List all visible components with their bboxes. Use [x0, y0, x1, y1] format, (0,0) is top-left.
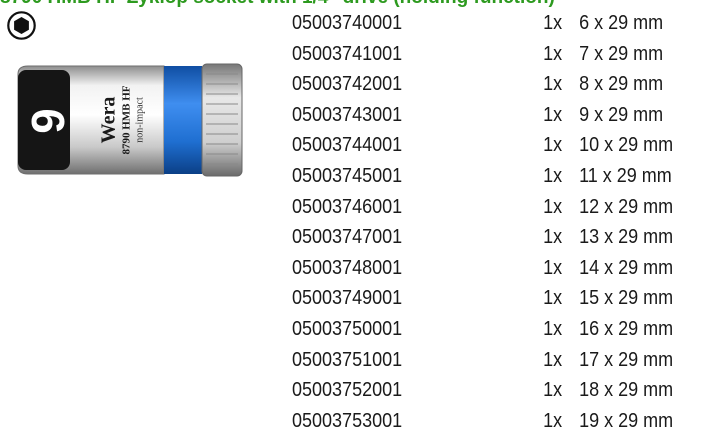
article-number: 05003746001	[292, 195, 403, 218]
product-image: 6 Wera 8790 HMB HF non-impact	[17, 63, 243, 177]
quantity: 1x	[543, 42, 563, 65]
list-item: 05003740001 1x 6 x 29 mm	[292, 8, 664, 39]
hex-icon	[7, 11, 36, 40]
socket-size: 14 x 29 mm	[579, 256, 674, 279]
quantity: 1x	[543, 287, 563, 310]
quantity: 1x	[543, 195, 563, 218]
article-number: 05003740001	[292, 12, 403, 34]
article-number: 05003752001	[292, 379, 403, 402]
socket-size: 7 x 29 mm	[579, 42, 664, 65]
quantity: 1x	[543, 379, 563, 402]
socket-size-label: 6	[22, 108, 74, 134]
socket-size: 12 x 29 mm	[579, 195, 674, 218]
quantity: 1x	[543, 226, 563, 249]
article-number: 05003743001	[292, 103, 403, 126]
socket-size: 19 x 29 mm	[579, 409, 674, 432]
article-number: 05003742001	[292, 73, 403, 96]
list-item: 05003745001 1x 11 x 29 mm	[292, 161, 672, 192]
socket-size: 6 x 29 mm	[579, 12, 664, 34]
socket-size: 9 x 29 mm	[579, 103, 664, 126]
list-item: 05003750001 1x 16 x 29 mm	[292, 314, 673, 345]
article-number: 05003751001	[292, 348, 403, 371]
article-number: 05003747001	[292, 226, 403, 249]
list-item: 05003748001 1x 14 x 29 mm	[292, 253, 673, 284]
quantity: 1x	[543, 134, 563, 157]
model-label: 8790 HMB HF	[121, 85, 133, 154]
quantity: 1x	[543, 348, 563, 371]
socket-size: 13 x 29 mm	[579, 226, 674, 249]
article-number: 05003753001	[292, 409, 403, 432]
socket-size: 15 x 29 mm	[579, 287, 674, 310]
note-label: non-impact	[134, 97, 145, 143]
quantity: 1x	[543, 409, 563, 432]
header-title: 8790 HMB HF Zyklop socket with 1/4" driv…	[0, 0, 702, 8]
list-item: 05003744001 1x 10 x 29 mm	[292, 130, 673, 161]
article-number: 05003741001	[292, 42, 403, 65]
socket-size: 8 x 29 mm	[579, 73, 664, 96]
article-number: 05003749001	[292, 287, 403, 310]
list-item: 05003742001 1x 8 x 29 mm	[292, 69, 664, 100]
socket-size: 10 x 29 mm	[579, 134, 674, 157]
quantity: 1x	[543, 164, 563, 187]
list-item: 05003743001 1x 9 x 29 mm	[292, 100, 664, 131]
quantity: 1x	[543, 12, 563, 34]
list-item: 05003752001 1x 18 x 29 mm	[292, 375, 673, 406]
list-item: 05003746001 1x 12 x 29 mm	[292, 192, 673, 223]
socket-size: 17 x 29 mm	[579, 348, 674, 371]
socket-size: 11 x 29 mm	[579, 164, 672, 187]
list-item: 05003741001 1x 7 x 29 mm	[292, 39, 664, 70]
quantity: 1x	[543, 317, 563, 340]
list-item: 05003749001 1x 15 x 29 mm	[292, 283, 673, 314]
brand-label: Wera	[98, 97, 120, 144]
article-number: 05003748001	[292, 256, 403, 279]
list-item: 05003753001 1x 19 x 29 mm	[292, 406, 673, 436]
socket-size: 18 x 29 mm	[579, 379, 674, 402]
quantity: 1x	[543, 73, 563, 96]
article-number: 05003744001	[292, 134, 403, 157]
article-number: 05003750001	[292, 317, 403, 340]
article-number: 05003745001	[292, 164, 403, 187]
article-list: 05003740001 1x 6 x 29 mm 05003741001 1x 7 x …	[292, 8, 673, 436]
socket-size: 16 x 29 mm	[579, 317, 674, 340]
list-item: 05003747001 1x 13 x 29 mm	[292, 222, 673, 253]
quantity: 1x	[543, 103, 563, 126]
list-item: 05003751001 1x 17 x 29 mm	[292, 345, 673, 376]
quantity: 1x	[543, 256, 563, 279]
